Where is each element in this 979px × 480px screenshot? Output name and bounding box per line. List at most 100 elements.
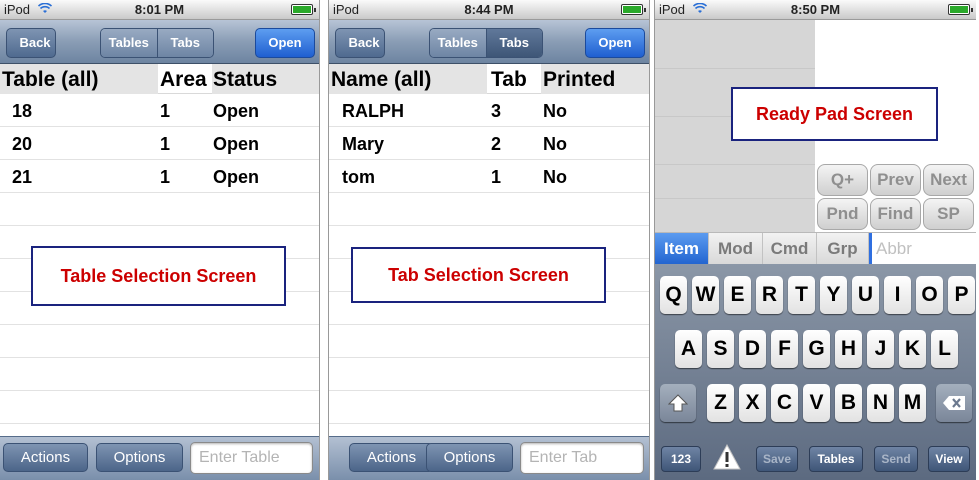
key-g[interactable]: G <box>803 330 830 368</box>
table-header: Table (all) Area Status <box>0 64 319 94</box>
empty-row <box>0 391 319 424</box>
sp-button[interactable]: SP <box>923 198 974 230</box>
keyboard: Q W E R T Y U I O P A S D F G H J K L Z … <box>655 264 976 480</box>
key-s[interactable]: S <box>707 330 734 368</box>
options-button[interactable]: Options <box>96 443 183 472</box>
header-area[interactable]: Area <box>160 68 207 92</box>
tab-row[interactable]: RALPH 3 No <box>329 94 649 127</box>
empty-row <box>0 325 319 358</box>
key-t[interactable]: T <box>788 276 815 314</box>
key-v[interactable]: V <box>803 384 830 422</box>
warning-icon[interactable] <box>713 443 741 472</box>
segment-tables[interactable]: Tables <box>101 29 157 57</box>
nav-bar: Back Tables Tabs Open <box>0 20 319 64</box>
key-y[interactable]: Y <box>820 276 847 314</box>
key-i[interactable]: I <box>884 276 911 314</box>
key-p[interactable]: P <box>948 276 975 314</box>
tab-grp[interactable]: Grp <box>817 233 869 265</box>
battery-icon <box>621 4 646 15</box>
header-table[interactable]: Table (all) <box>2 68 98 92</box>
key-b[interactable]: B <box>835 384 862 422</box>
tables-button[interactable]: Tables <box>809 446 863 472</box>
actions-button[interactable]: Actions <box>349 443 434 472</box>
bottom-toolbar: Actions Options Enter Table <box>0 436 319 480</box>
shift-icon <box>667 394 689 417</box>
key-h[interactable]: H <box>835 330 862 368</box>
table-row[interactable]: 21 1 Open <box>0 160 319 193</box>
key-a[interactable]: A <box>675 330 702 368</box>
key-e[interactable]: E <box>724 276 751 314</box>
ready-pad-screen: iPod 8:50 PM Ready Pad Screen Q+ Prev Ne… <box>654 0 976 480</box>
delete-icon <box>942 393 966 416</box>
next-button[interactable]: Next <box>923 164 974 196</box>
view-button[interactable]: View <box>928 446 970 472</box>
prev-button[interactable]: Prev <box>870 164 921 196</box>
key-m[interactable]: M <box>899 384 926 422</box>
tables-tabs-segment: Tables Tabs <box>100 28 214 58</box>
save-button[interactable]: Save <box>756 446 798 472</box>
actions-button[interactable]: Actions <box>3 443 88 472</box>
status-bar: iPod 8:01 PM <box>0 0 319 20</box>
key-w[interactable]: W <box>692 276 719 314</box>
tables-tabs-segment: Tables Tabs <box>429 28 543 58</box>
tab-row[interactable]: Mary 2 No <box>329 127 649 160</box>
send-button[interactable]: Send <box>874 446 918 472</box>
key-d[interactable]: D <box>739 330 766 368</box>
tab-row[interactable]: tom 1 No <box>329 160 649 193</box>
screen-caption: Table Selection Screen <box>31 246 286 306</box>
key-q[interactable]: Q <box>660 276 687 314</box>
segment-tables[interactable]: Tables <box>430 29 486 57</box>
clock: 8:44 PM <box>464 2 514 17</box>
table-row[interactable]: 18 1 Open <box>0 94 319 127</box>
tab-cmd[interactable]: Cmd <box>763 233 817 265</box>
table-selection-screen: iPod 8:01 PM Back Tables Tabs Open Table… <box>0 0 320 480</box>
key-j[interactable]: J <box>867 330 894 368</box>
key-c[interactable]: C <box>771 384 798 422</box>
shift-key[interactable] <box>660 384 696 422</box>
key-r[interactable]: R <box>756 276 783 314</box>
key-k[interactable]: K <box>899 330 926 368</box>
key-o[interactable]: O <box>916 276 943 314</box>
screen-caption: Tab Selection Screen <box>351 247 606 303</box>
delete-key[interactable] <box>936 384 972 422</box>
tab-item[interactable]: Item <box>655 233 709 265</box>
empty-row <box>0 358 319 391</box>
tab-input[interactable]: Enter Tab <box>520 442 644 474</box>
key-x[interactable]: X <box>739 384 766 422</box>
status-bar: iPod 8:44 PM <box>329 0 649 20</box>
key-l[interactable]: L <box>931 330 958 368</box>
header-printed[interactable]: Printed <box>543 68 615 92</box>
table-row[interactable]: 20 1 Open <box>0 127 319 160</box>
numbers-key[interactable]: 123 <box>661 446 701 472</box>
clock: 8:50 PM <box>790 2 841 17</box>
segment-tabs[interactable]: Tabs <box>157 29 213 57</box>
qty-plus-button[interactable]: Q+ <box>817 164 868 196</box>
mode-tabbar: Item Mod Cmd Grp Abbr <box>655 232 976 265</box>
battery-icon <box>948 4 973 15</box>
back-button[interactable]: Back <box>6 28 56 58</box>
empty-row <box>329 193 649 226</box>
empty-row <box>329 325 649 358</box>
screen-caption: Ready Pad Screen <box>731 87 938 141</box>
header-name[interactable]: Name (all) <box>331 68 431 92</box>
find-button[interactable]: Find <box>870 198 921 230</box>
segment-tabs[interactable]: Tabs <box>486 29 542 57</box>
key-z[interactable]: Z <box>707 384 734 422</box>
options-button[interactable]: Options <box>426 443 513 472</box>
pending-button[interactable]: Pnd <box>817 198 868 230</box>
table-input[interactable]: Enter Table <box>190 442 313 474</box>
open-button[interactable]: Open <box>585 28 645 58</box>
open-button[interactable]: Open <box>255 28 315 58</box>
back-button[interactable]: Back <box>335 28 385 58</box>
key-n[interactable]: N <box>867 384 894 422</box>
empty-row <box>329 358 649 391</box>
status-bar: iPod 8:50 PM <box>655 0 976 20</box>
key-f[interactable]: F <box>771 330 798 368</box>
nav-bar: Back Tables Tabs Open <box>329 20 649 64</box>
header-tab[interactable]: Tab <box>491 68 527 92</box>
key-u[interactable]: U <box>852 276 879 314</box>
tab-mod[interactable]: Mod <box>709 233 763 265</box>
abbr-input[interactable]: Abbr <box>869 233 976 265</box>
header-status[interactable]: Status <box>213 68 277 92</box>
tab-list-header: Name (all) Tab Printed <box>329 64 649 94</box>
